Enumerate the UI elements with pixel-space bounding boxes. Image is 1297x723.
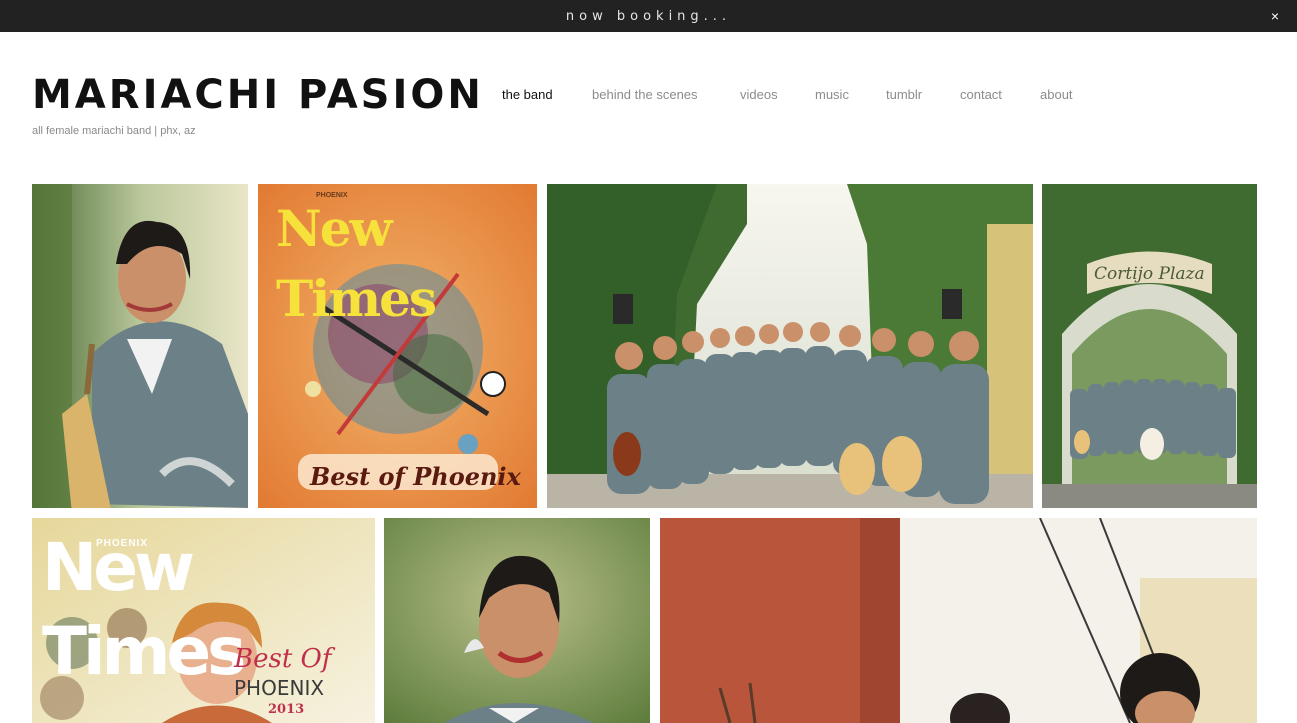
gallery-photo-cortijo-plaza[interactable]: Cortijo Plaza	[1042, 184, 1257, 508]
gallery-photo-best-of-phoenix-cover[interactable]: New Times PHOENIX Best of Phoenix	[258, 184, 537, 508]
nav-item-videos[interactable]: videos	[740, 87, 778, 102]
best-of-phoenix-2013-cover-image	[32, 518, 375, 723]
nav-item-behind-the-scenes[interactable]: behind the scenes	[592, 87, 698, 102]
gallery-photo-band-courtyard[interactable]	[547, 184, 1033, 508]
band-courtyard-image	[547, 184, 1033, 508]
gallery-photo-best-of-phoenix-2013-cover[interactable]: New Times PHOENIX Best Of PHOENIX 2013	[32, 518, 375, 723]
nav-item-contact[interactable]: contact	[960, 87, 1002, 102]
nav-item-the-band[interactable]: the band	[502, 87, 553, 102]
gallery-photo-guitarist-portrait[interactable]	[32, 184, 248, 508]
guitarist-portrait-image	[32, 184, 248, 508]
cortijo-plaza-image	[1042, 184, 1257, 508]
close-icon[interactable]: ×	[1265, 6, 1285, 26]
announcement-bar: now booking... ×	[0, 0, 1297, 32]
gallery-photo-violinist-portrait[interactable]	[384, 518, 650, 723]
announcement-text[interactable]: now booking...	[566, 9, 731, 24]
site-tagline: all female mariachi band | phx, az	[32, 125, 196, 137]
nav-item-tumblr[interactable]: tumblr	[886, 87, 922, 102]
violinists-performing-image	[660, 518, 1257, 723]
site-title[interactable]: MARIACHI PASION	[32, 72, 484, 118]
nav-item-music[interactable]: music	[815, 87, 849, 102]
best-of-phoenix-cover-image	[258, 184, 537, 508]
violinist-portrait-image	[384, 518, 650, 723]
nav-item-about[interactable]: about	[1040, 87, 1073, 102]
gallery-photo-violinists-performing[interactable]	[660, 518, 1257, 723]
